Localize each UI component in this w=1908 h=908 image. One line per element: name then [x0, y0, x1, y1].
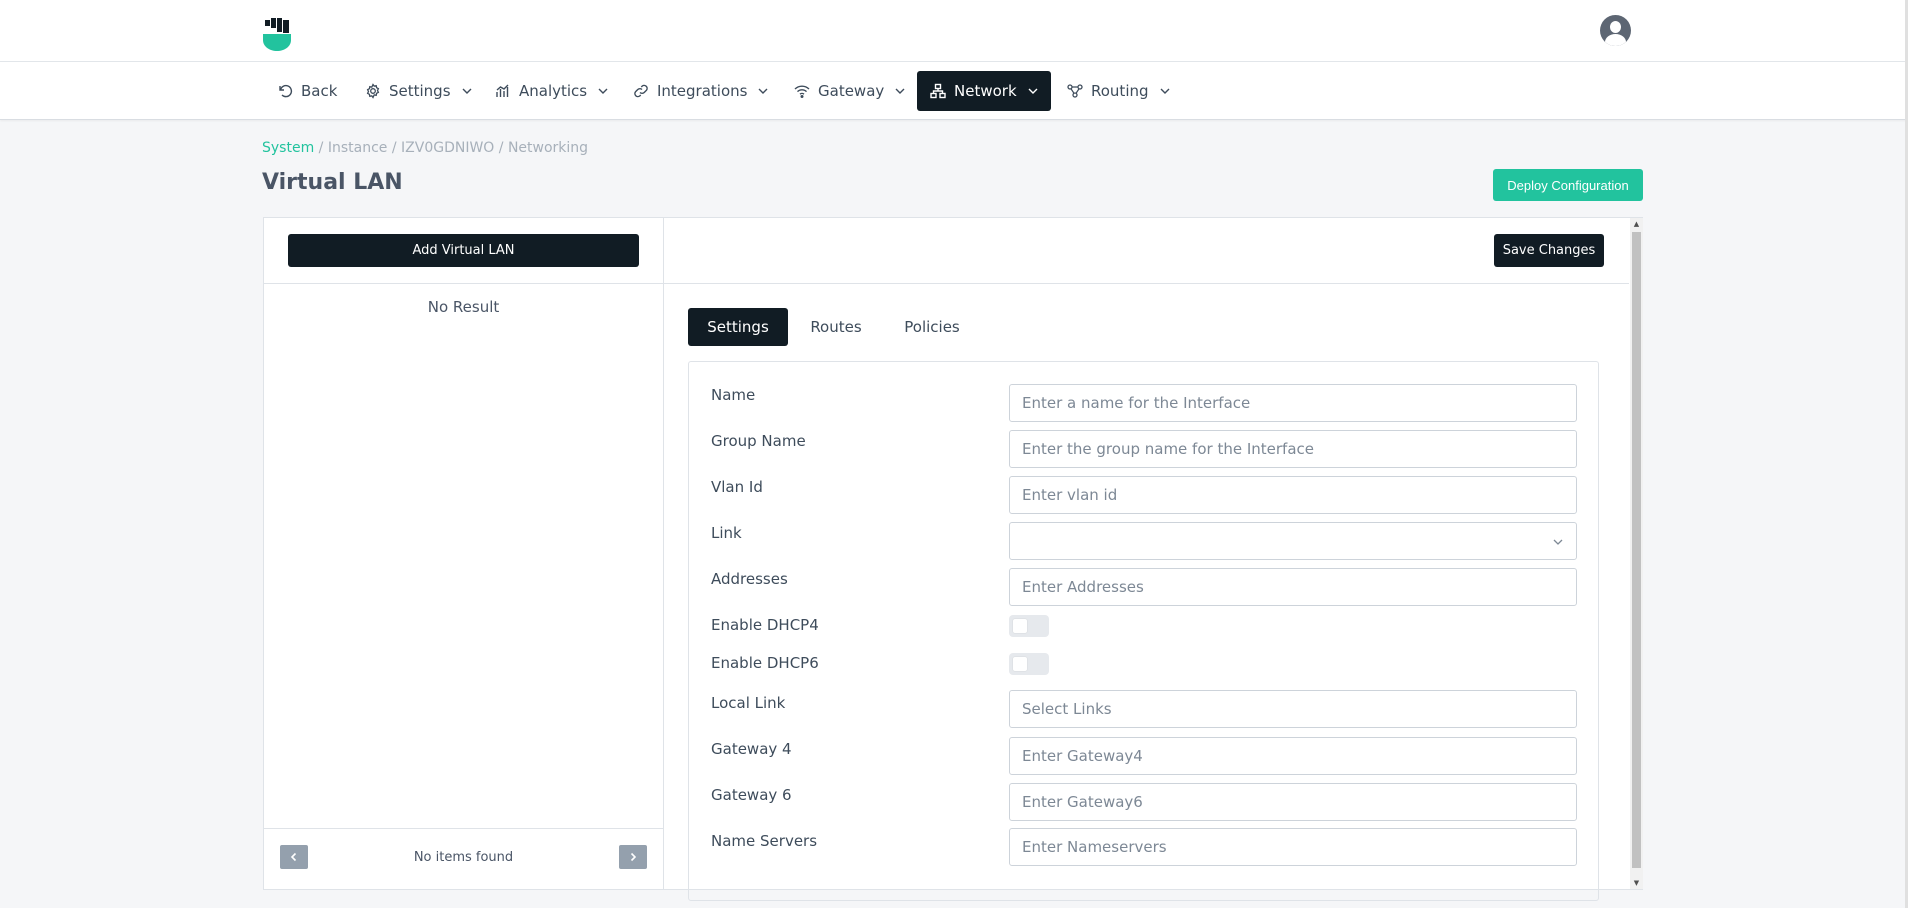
- name-servers-label: Name Servers: [711, 832, 818, 850]
- chevron-down-icon: [1553, 539, 1563, 545]
- link-label: Link: [711, 524, 742, 542]
- deploy-configuration-button[interactable]: Deploy Configuration: [1493, 169, 1643, 201]
- nav-network[interactable]: Network: [917, 71, 1051, 111]
- detail-scrollbar[interactable]: ▲ ▼: [1630, 218, 1643, 889]
- vlan-settings-form: Name Group Name Vlan Id Link Addresses E…: [688, 361, 1599, 901]
- nav-settings-label: Settings: [389, 82, 451, 100]
- save-changes-button[interactable]: Save Changes: [1494, 234, 1604, 267]
- nav-integrations[interactable]: Integrations: [620, 71, 782, 111]
- addresses-label: Addresses: [711, 570, 788, 588]
- main-nav: Back Settings Analytics Integrations Gat…: [0, 62, 1908, 120]
- pagination-status: No items found: [413, 850, 514, 865]
- brand-logo[interactable]: [262, 18, 292, 52]
- vlan-id-field[interactable]: [1009, 476, 1577, 514]
- link-select[interactable]: [1009, 522, 1577, 560]
- vlan-id-label: Vlan Id: [711, 478, 763, 496]
- gear-icon: [366, 83, 380, 99]
- gateway4-field[interactable]: [1009, 737, 1577, 775]
- breadcrumb-instance-id: IZV0GDNIWO: [401, 140, 495, 156]
- group-name-field[interactable]: [1009, 430, 1577, 468]
- addresses-field[interactable]: [1009, 568, 1577, 606]
- chevron-down-icon: [1028, 88, 1038, 94]
- name-field[interactable]: [1009, 384, 1577, 422]
- nav-routing-label: Routing: [1091, 82, 1149, 100]
- nav-back[interactable]: Back: [264, 71, 350, 111]
- breadcrumb-separator: /: [391, 140, 397, 156]
- nav-network-label: Network: [954, 82, 1017, 100]
- user-avatar-icon[interactable]: [1600, 15, 1631, 46]
- scroll-thumb[interactable]: [1632, 232, 1641, 868]
- name-servers-field[interactable]: [1009, 828, 1577, 866]
- wifi-icon: [794, 85, 810, 98]
- page-title: Virtual LAN: [262, 170, 403, 195]
- breadcrumb-system[interactable]: System: [262, 140, 314, 156]
- top-bar: [0, 0, 1908, 62]
- gateway6-label: Gateway 6: [711, 786, 792, 804]
- pagination: No items found: [264, 828, 663, 889]
- chevron-down-icon: [758, 88, 768, 94]
- nav-gateway-label: Gateway: [818, 82, 885, 100]
- breadcrumb-instance: Instance: [327, 140, 388, 156]
- add-virtual-lan-button[interactable]: Add Virtual LAN: [288, 234, 639, 267]
- local-link-field[interactable]: [1009, 690, 1577, 728]
- scroll-down-arrow[interactable]: ▼: [1630, 877, 1643, 889]
- vlan-panel: Add Virtual LAN No Result No items found…: [263, 217, 1643, 901]
- tab-routes[interactable]: Routes: [794, 308, 878, 346]
- local-link-label: Local Link: [711, 694, 786, 712]
- chevron-down-icon: [1160, 88, 1170, 94]
- chevron-down-icon: [462, 88, 472, 94]
- breadcrumb-separator: /: [498, 140, 504, 156]
- chevron-right-icon: [630, 852, 637, 862]
- undo-icon: [279, 84, 293, 98]
- nav-routing[interactable]: Routing: [1054, 71, 1184, 111]
- name-label: Name: [711, 386, 756, 404]
- bar-chart-icon: [496, 84, 509, 97]
- nav-analytics[interactable]: Analytics: [482, 71, 622, 111]
- nav-analytics-label: Analytics: [519, 82, 588, 100]
- enable-dhcp4-label: Enable DHCP4: [711, 616, 819, 634]
- enable-dhcp6-label: Enable DHCP6: [711, 654, 819, 672]
- vlan-list-header: Add Virtual LAN: [264, 218, 663, 284]
- vlan-list-column: Add Virtual LAN No Result No items found: [264, 218, 664, 889]
- nav-integrations-label: Integrations: [657, 82, 748, 100]
- nav-gateway[interactable]: Gateway: [781, 71, 919, 111]
- vlan-detail-header: Save Changes: [664, 218, 1629, 284]
- chevron-down-icon: [598, 88, 608, 94]
- pager-next-button[interactable]: [619, 845, 647, 869]
- nav-settings[interactable]: Settings: [352, 71, 486, 111]
- group-name-label: Group Name: [711, 432, 806, 450]
- link-icon: [634, 84, 648, 98]
- tab-settings[interactable]: Settings: [688, 308, 788, 346]
- enable-dhcp4-toggle[interactable]: [1009, 615, 1049, 637]
- scroll-up-arrow[interactable]: ▲: [1630, 218, 1643, 230]
- network-icon: [930, 83, 946, 99]
- enable-dhcp6-toggle[interactable]: [1009, 653, 1049, 675]
- gateway4-label: Gateway 4: [711, 740, 792, 758]
- breadcrumb-separator: /: [318, 140, 324, 156]
- nav-back-label: Back: [301, 82, 338, 100]
- empty-list-message: No Result: [427, 298, 500, 316]
- chevron-down-icon: [895, 88, 905, 94]
- breadcrumb-networking: Networking: [507, 140, 589, 156]
- tab-policies[interactable]: Policies: [884, 308, 980, 346]
- breadcrumb: System / Instance / IZV0GDNIWO / Network…: [262, 140, 588, 156]
- routing-icon: [1067, 84, 1083, 98]
- gateway6-field[interactable]: [1009, 783, 1577, 821]
- vlan-detail-column: Save Changes Settings Routes Policies Na…: [664, 218, 1629, 901]
